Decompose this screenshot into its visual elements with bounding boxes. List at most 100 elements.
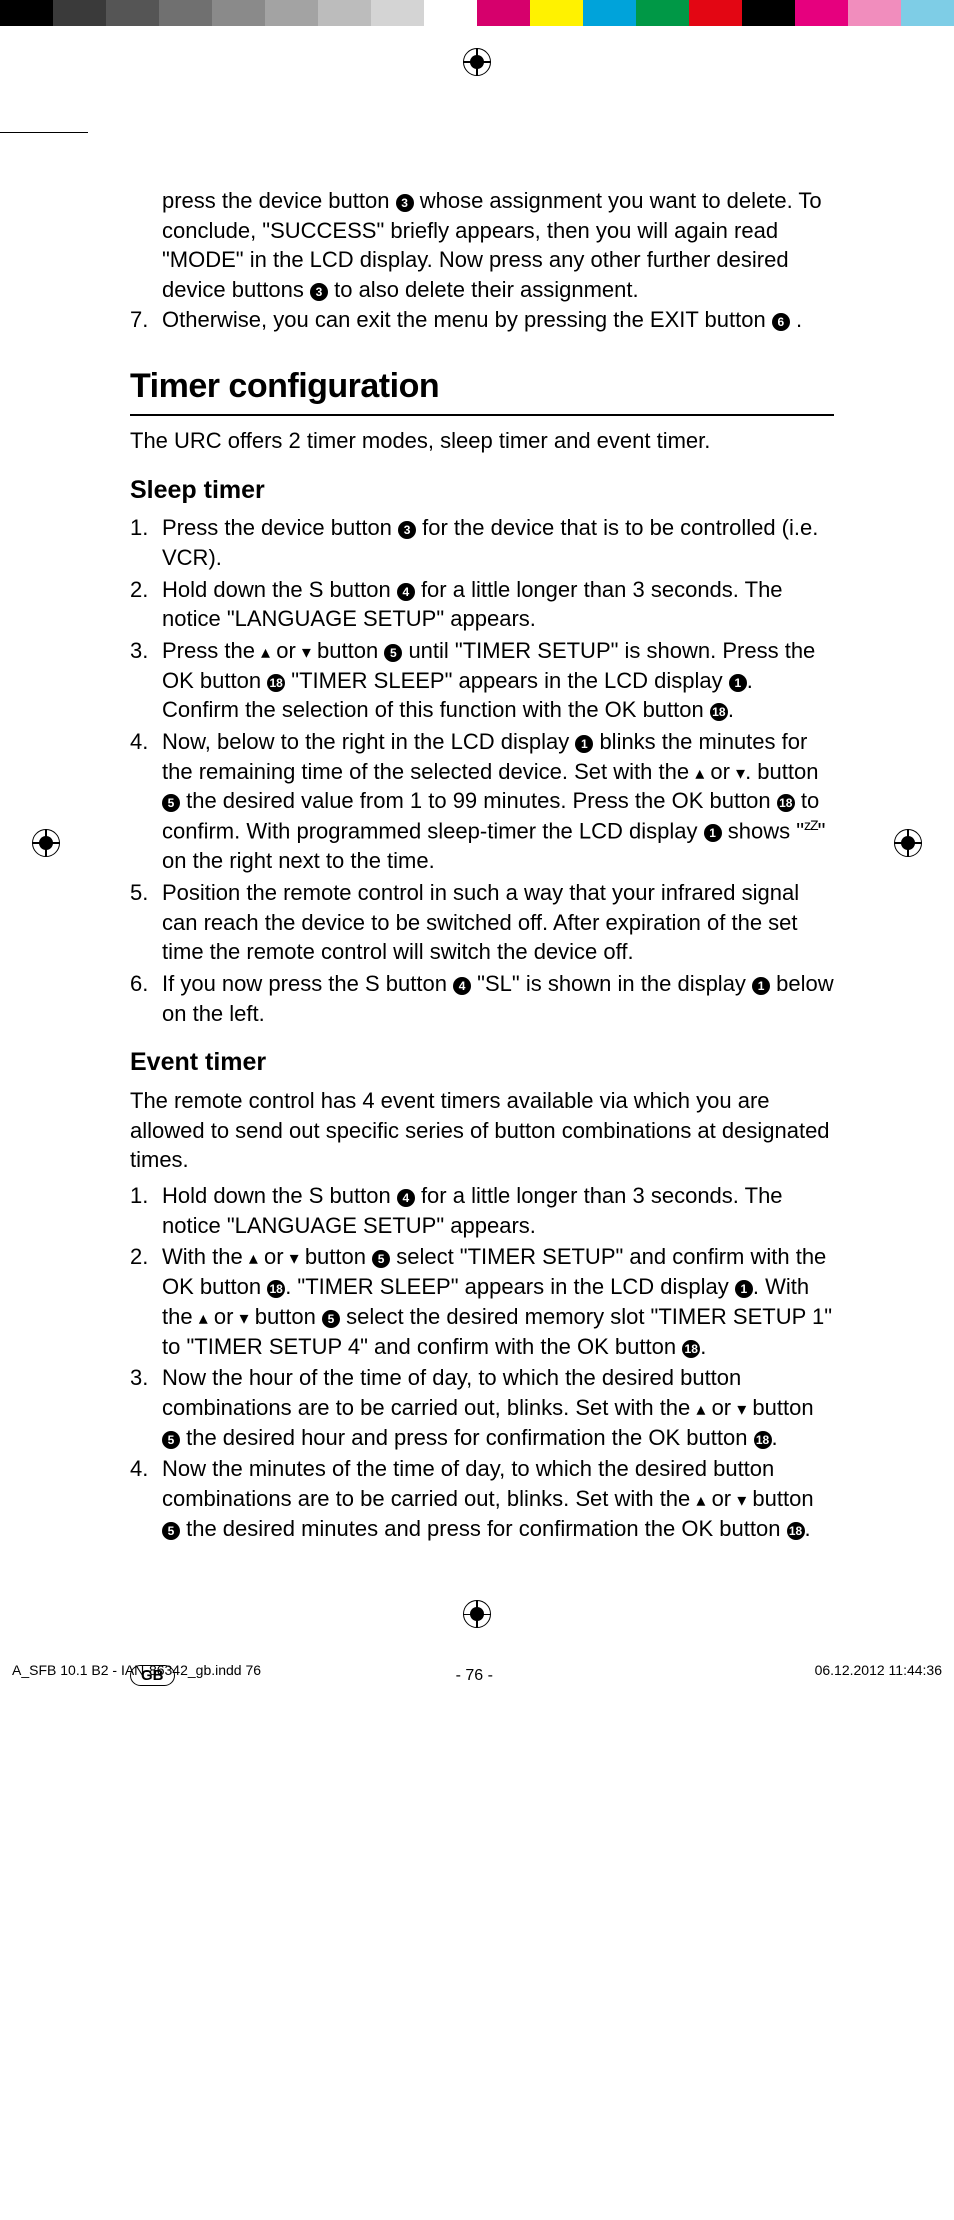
body-text: or — [705, 1395, 737, 1420]
section-heading: Timer configuration — [130, 364, 834, 410]
intro-text: The remote control has 4 event timers av… — [130, 1086, 834, 1175]
registration-mark-icon — [894, 829, 922, 857]
list-number: 3. — [130, 636, 162, 725]
list-item: 4.Now, below to the right in the LCD dis… — [130, 727, 834, 876]
divider — [130, 414, 834, 416]
list-text: Now, below to the right in the LCD displ… — [162, 727, 834, 876]
body-text: . — [772, 1425, 778, 1450]
list-number: 4. — [130, 727, 162, 876]
list-item: 6.If you now press the S button 4 "SL" i… — [130, 969, 834, 1028]
color-swatch — [583, 0, 636, 26]
body-text: or — [705, 1486, 737, 1511]
color-swatch — [848, 0, 901, 26]
zz-superscript: zZ — [804, 817, 818, 833]
body-text: "TIMER SLEEP" appears in the LCD display — [285, 668, 729, 693]
body-text: press the device button — [162, 188, 396, 213]
file-slug-right: 06.12.2012 11:44:36 — [815, 1662, 942, 1678]
ref-badge: 5 — [162, 1522, 180, 1540]
arrow-up-icon — [249, 1244, 258, 1269]
file-slug-left: A_SFB 10.1 B2 - IAN-86342_gb.indd 76 — [12, 1662, 261, 1678]
list-number: 1. — [130, 513, 162, 572]
ref-badge: 5 — [162, 794, 180, 812]
body-text: button — [746, 1395, 813, 1420]
intro-text: The URC offers 2 timer modes, sleep time… — [130, 426, 834, 456]
body-text: Now the hour of the time of day, to whic… — [162, 1365, 741, 1420]
list-item: 4.Now the minutes of the time of day, to… — [130, 1454, 834, 1543]
list-text: Press the or button 5 until "TIMER SETUP… — [162, 636, 834, 725]
ref-badge: 5 — [384, 644, 402, 662]
ref-badge: 1 — [752, 977, 770, 995]
ref-badge: 1 — [575, 735, 593, 753]
color-swatch — [371, 0, 424, 26]
registration-mark-icon — [463, 48, 491, 76]
body-text: Otherwise, you can exit the menu by pres… — [162, 307, 772, 332]
ref-badge: 3 — [310, 283, 328, 301]
page-content: press the device button 3 whose assignme… — [0, 26, 954, 1635]
print-color-bar — [0, 0, 954, 26]
body-text: or — [270, 638, 302, 663]
ref-badge: 18 — [754, 1431, 772, 1449]
body-text: button — [311, 638, 384, 663]
color-swatch — [901, 0, 954, 26]
color-swatch — [318, 0, 371, 26]
list-text: Now the hour of the time of day, to whic… — [162, 1363, 834, 1452]
color-swatch — [530, 0, 583, 26]
list-number: 1. — [130, 1181, 162, 1240]
list-item: 7. Otherwise, you can exit the menu by p… — [130, 305, 834, 335]
body-text: Now, below to the right in the LCD displ… — [162, 729, 575, 754]
ref-badge: 18 — [267, 674, 285, 692]
ref-badge: 18 — [710, 703, 728, 721]
body-text: Now the minutes of the time of day, to w… — [162, 1456, 774, 1511]
list-item: 3.Now the hour of the time of day, to wh… — [130, 1363, 834, 1452]
color-swatch — [689, 0, 742, 26]
body-text: button — [249, 1304, 322, 1329]
list-number: 3. — [130, 1363, 162, 1452]
color-swatch — [265, 0, 318, 26]
sleep-timer-list: 1.Press the device button 3 for the devi… — [130, 513, 834, 1028]
ref-badge: 3 — [398, 521, 416, 539]
list-item: 1.Press the device button 3 for the devi… — [130, 513, 834, 572]
ref-badge: 1 — [729, 674, 747, 692]
color-swatch — [636, 0, 689, 26]
body-text: . — [700, 1334, 706, 1359]
list-text: Press the device button 3 for the device… — [162, 513, 834, 572]
body-text: Press the — [162, 638, 261, 663]
ref-badge: 5 — [322, 1310, 340, 1328]
list-text: Position the remote control in such a wa… — [162, 878, 834, 967]
arrow-up-icon — [199, 1304, 208, 1329]
list-text: If you now press the S button 4 "SL" is … — [162, 969, 834, 1028]
body-text: the desired hour and press for confirmat… — [180, 1425, 754, 1450]
body-text: "SL" is shown in the display — [471, 971, 752, 996]
ref-badge: 3 — [396, 194, 414, 212]
body-text: to also delete their assignment. — [334, 277, 639, 302]
list-item: 5.Position the remote control in such a … — [130, 878, 834, 967]
body-text: Press the device button — [162, 515, 398, 540]
arrow-down-icon — [736, 759, 745, 784]
registration-mark-icon — [463, 1600, 491, 1628]
list-number: 5. — [130, 878, 162, 967]
list-number: 4. — [130, 1454, 162, 1543]
body-text: Hold down the S button — [162, 577, 397, 602]
color-swatch — [742, 0, 795, 26]
arrow-down-icon — [737, 1395, 746, 1420]
list-item: 2.With the or button 5 select "TIMER SET… — [130, 1242, 834, 1361]
registration-mark-icon — [32, 829, 60, 857]
body-text: the desired value from 1 to 99 minutes. … — [180, 788, 777, 813]
ref-badge: 18 — [777, 794, 795, 812]
ref-badge: 4 — [397, 583, 415, 601]
ref-badge: 1 — [735, 1280, 753, 1298]
list-number: 7. — [130, 305, 162, 335]
body-text: . — [805, 1516, 811, 1541]
ref-badge: 18 — [267, 1280, 285, 1298]
body-text: shows " — [722, 818, 804, 843]
ref-badge: 5 — [372, 1250, 390, 1268]
list-item: 1.Hold down the S button 4 for a little … — [130, 1181, 834, 1240]
color-swatch — [159, 0, 212, 26]
imprint-slug: A_SFB 10.1 B2 - IAN-86342_gb.indd 76 06.… — [0, 1662, 954, 1678]
list-number: 6. — [130, 969, 162, 1028]
list-item: 3.Press the or button 5 until "TIMER SET… — [130, 636, 834, 725]
continued-paragraph: press the device button 3 whose assignme… — [130, 186, 834, 305]
arrow-up-icon — [261, 638, 270, 663]
body-text: . button — [745, 759, 818, 784]
ref-badge: 18 — [682, 1340, 700, 1358]
